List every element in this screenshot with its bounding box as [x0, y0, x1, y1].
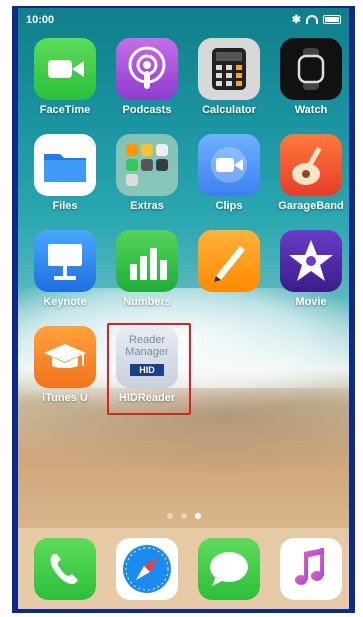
- app-label: FaceTime: [39, 104, 91, 116]
- phone-icon: [34, 538, 96, 600]
- clips-icon: [198, 134, 260, 196]
- home-screen: 10:00 ✱ FaceTime Podcasts Calculator Wat…: [18, 8, 349, 609]
- app-extras-folder[interactable]: Extras: [112, 134, 182, 212]
- app-label: Files: [52, 200, 78, 212]
- app-music[interactable]: [276, 538, 346, 600]
- app-phone[interactable]: [30, 538, 100, 600]
- page-indicator[interactable]: [18, 513, 349, 519]
- app-itunes-u[interactable]: iTunes U: [30, 326, 100, 404]
- pages-pen-icon: [198, 230, 260, 292]
- app-pages[interactable]: [194, 230, 264, 296]
- app-files[interactable]: Files: [30, 134, 100, 212]
- app-label: Calculator: [202, 104, 256, 116]
- bluetooth-icon: ✱: [291, 14, 301, 26]
- app-numbers[interactable]: Numbers: [112, 230, 182, 308]
- app-keynote[interactable]: Keynote: [30, 230, 100, 308]
- keynote-icon: [34, 230, 96, 292]
- app-label: iTunes U: [42, 392, 88, 404]
- watch-icon: [280, 38, 342, 100]
- app-clips[interactable]: Clips: [194, 134, 264, 212]
- app-messages[interactable]: [194, 538, 264, 600]
- page-dot-active: [194, 513, 201, 519]
- battery-icon: [323, 15, 341, 24]
- app-calculator[interactable]: Calculator: [194, 38, 264, 116]
- star-icon: [280, 230, 342, 292]
- app-label: Movie: [295, 296, 327, 308]
- dock: [18, 528, 349, 609]
- app-label: Clips: [215, 200, 243, 212]
- guitar-icon: [280, 134, 342, 196]
- music-note-icon: [280, 538, 342, 600]
- app-watch[interactable]: Watch: [276, 38, 346, 116]
- app-label: Watch: [294, 104, 328, 116]
- compass-icon: [116, 538, 178, 600]
- graduation-cap-icon: [34, 326, 96, 388]
- app-garageband[interactable]: GarageBand: [276, 134, 346, 212]
- files-icon: [34, 134, 96, 196]
- folder-icon: [116, 134, 178, 196]
- status-bar: 10:00 ✱: [18, 8, 349, 30]
- numbers-icon: [116, 230, 178, 292]
- app-label: Podcasts: [122, 104, 172, 116]
- app-label: GarageBand: [278, 200, 344, 212]
- app-podcasts[interactable]: Podcasts: [112, 38, 182, 116]
- highlight-box: [107, 323, 191, 415]
- page-dot: [180, 513, 187, 519]
- app-label: Numbers: [123, 296, 171, 308]
- app-label: Extras: [130, 200, 164, 212]
- wifi-icon: [306, 15, 318, 24]
- status-time: 10:00: [26, 14, 55, 26]
- podcasts-icon: [116, 38, 178, 100]
- chat-bubble-icon: [198, 538, 260, 600]
- calculator-icon: [198, 38, 260, 100]
- app-safari[interactable]: [112, 538, 182, 600]
- app-movie[interactable]: Movie: [276, 230, 346, 308]
- facetime-icon: [34, 38, 96, 100]
- page-dot: [166, 513, 173, 519]
- app-label: Keynote: [43, 296, 87, 308]
- app-facetime[interactable]: FaceTime: [30, 38, 100, 116]
